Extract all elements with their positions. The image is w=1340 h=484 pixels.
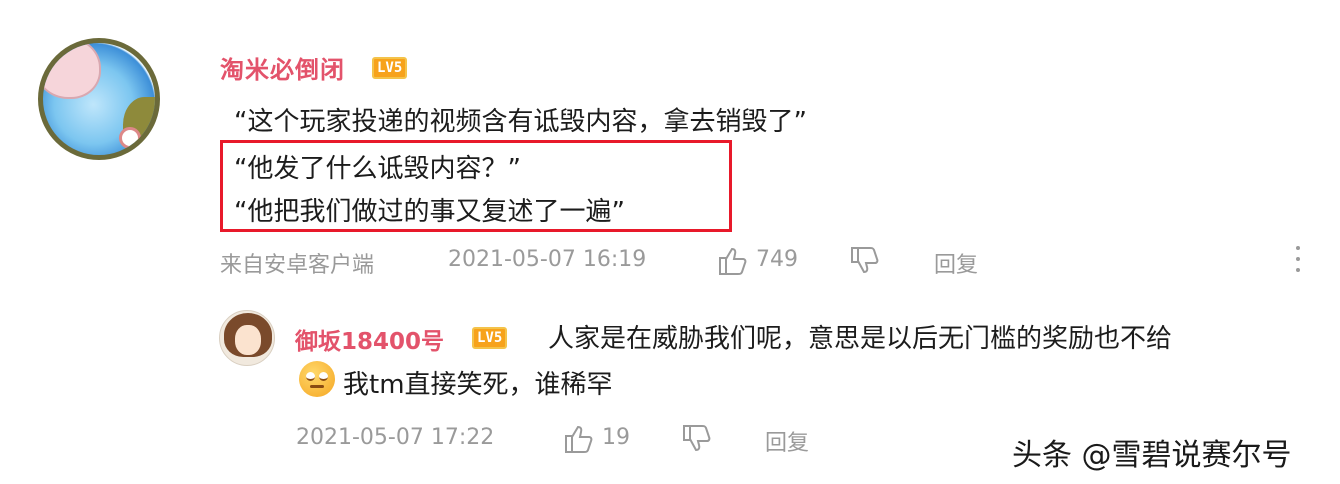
avatar-face: [235, 325, 261, 355]
thumbs-down-icon[interactable]: [680, 422, 714, 460]
reply-username[interactable]: 御坂18400号: [295, 322, 444, 356]
reply-avatar[interactable]: [219, 310, 275, 366]
reply-timestamp: 2021-05-07 17:22: [296, 425, 495, 450]
main-comment-username[interactable]: 淘米必倒闭: [220, 50, 345, 85]
eye-roll-emoji-icon: [299, 361, 335, 397]
watermark: 头条 @雪碧说赛尔号: [1012, 438, 1292, 473]
main-comment-line-1: “这个玩家投递的视频含有诋毁内容，拿去销毁了”: [234, 107, 807, 137]
main-comment-level-badge: LV5: [372, 57, 408, 79]
reply-level-badge: LV5: [472, 327, 508, 349]
reply-like-count: 19: [602, 425, 630, 450]
thumbs-up-icon[interactable]: [716, 244, 750, 282]
main-comment-avatar[interactable]: [38, 38, 160, 160]
pig-avatar-figure: [43, 43, 101, 99]
red-highlight-box: [220, 140, 732, 232]
flower-decoration: [119, 127, 141, 149]
reply-text-line-1: 人家是在威胁我们呢，意思是以后无门槛的奖励也不给: [548, 324, 1173, 354]
main-comment-timestamp: 2021-05-07 16:19: [448, 247, 647, 272]
thumbs-down-icon[interactable]: [848, 244, 882, 282]
reply-reply-button[interactable]: 回复: [765, 425, 809, 457]
reply-text-line-2: 我tm直接笑死，谁稀罕: [343, 370, 613, 400]
main-comment-reply-button[interactable]: 回复: [934, 247, 978, 279]
main-comment-source: 来自安卓客户端: [220, 253, 375, 278]
more-vertical-icon[interactable]: [1294, 246, 1302, 279]
thumbs-up-icon[interactable]: [562, 422, 596, 460]
main-comment-like-count: 749: [756, 247, 798, 272]
